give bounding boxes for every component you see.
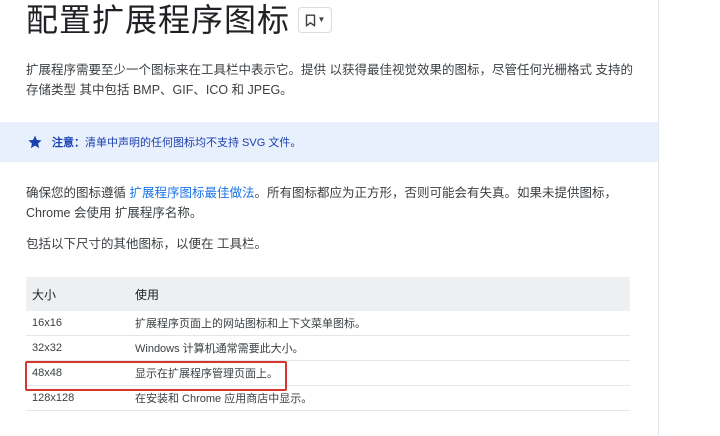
star-icon bbox=[28, 135, 42, 149]
table-header-row: 大小 使用 bbox=[26, 277, 630, 311]
chevron-down-icon: ▼ bbox=[317, 15, 326, 24]
table-row: 16x16 扩展程序页面上的网站图标和上下文菜单图标。 bbox=[26, 311, 630, 336]
bookmark-button[interactable]: ▼ bbox=[298, 7, 333, 33]
table-row: 48x48 显示在扩展程序管理页面上。 bbox=[26, 360, 630, 386]
best-practices-link[interactable]: 扩展程序图标最佳做法 bbox=[129, 186, 254, 200]
icon-sizes-table: 大小 使用 16x16 扩展程序页面上的网站图标和上下文菜单图标。 32x32 … bbox=[26, 277, 630, 411]
usage-cell: 显示在扩展程序管理页面上。 bbox=[132, 360, 630, 386]
column-header-usage: 使用 bbox=[132, 277, 630, 311]
note-text: 注意：清单中声明的任何图标均不支持 SVG 文件。 bbox=[52, 134, 301, 150]
guidelines-paragraph: 确保您的图标遵循 扩展程序图标最佳做法。所有图标都应为正方形，否则可能会有失真。… bbox=[26, 183, 638, 223]
guidelines-text-before: 确保您的图标遵循 bbox=[26, 186, 130, 200]
note-callout: 注意：清单中声明的任何图标均不支持 SVG 文件。 bbox=[0, 122, 658, 162]
toolbar-paragraph: 包括以下尺寸的其他图标，以便在 工具栏。 bbox=[26, 237, 267, 251]
size-cell: 128x128 bbox=[26, 385, 132, 411]
table-row: 32x32 Windows 计算机通常需要此大小。 bbox=[26, 335, 630, 361]
table-row: 128x128 在安装和 Chrome 应用商店中显示。 bbox=[26, 385, 630, 411]
size-cell: 32x32 bbox=[26, 335, 132, 361]
title-row: 配置扩展程序图标 ▼ bbox=[26, 0, 333, 40]
column-header-size: 大小 bbox=[26, 277, 132, 311]
usage-cell: 在安装和 Chrome 应用商店中显示。 bbox=[132, 385, 630, 411]
usage-cell: 扩展程序页面上的网站图标和上下文菜单图标。 bbox=[132, 311, 630, 336]
note-body: 清单中声明的任何图标均不支持 SVG 文件。 bbox=[85, 137, 302, 149]
intro-paragraph: 扩展程序需要至少一个图标来在工具栏中表示它。提供 以获得最佳视觉效果的图标，尽管… bbox=[26, 63, 633, 97]
article: 配置扩展程序图标 ▼ 扩展程序需要至少一个图标来在工具栏中表示它。提供 以获得最… bbox=[0, 0, 658, 436]
page-title: 配置扩展程序图标 bbox=[26, 2, 291, 38]
note-label: 注意： bbox=[52, 137, 85, 149]
usage-cell: Windows 计算机通常需要此大小。 bbox=[132, 335, 630, 361]
bookmark-icon bbox=[305, 14, 315, 26]
content-divider bbox=[658, 0, 659, 436]
size-cell: 16x16 bbox=[26, 311, 132, 336]
size-cell: 48x48 bbox=[26, 360, 132, 386]
